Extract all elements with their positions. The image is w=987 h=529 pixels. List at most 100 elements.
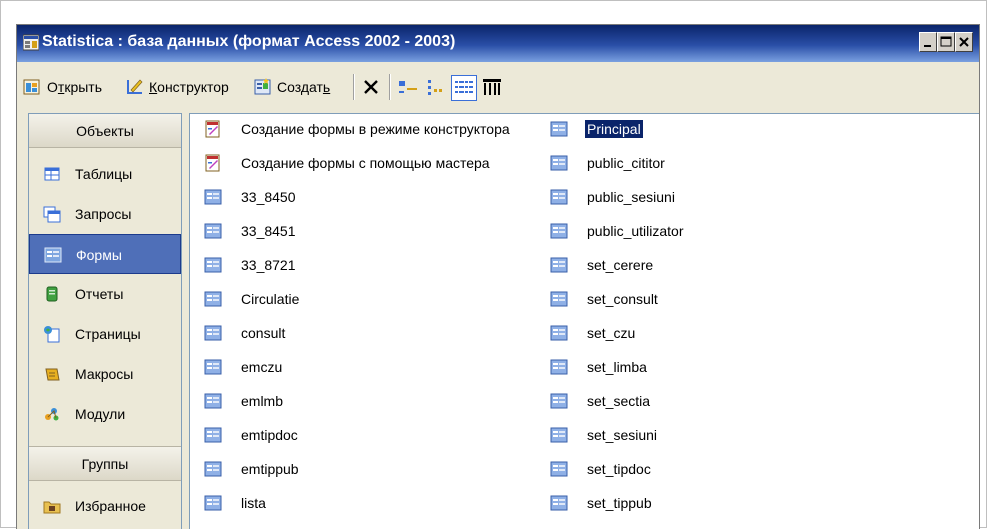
design-icon	[127, 79, 143, 94]
form-list-item-label: set_limba	[587, 359, 647, 375]
objects-item-pages[interactable]: Страницы	[29, 314, 181, 354]
form-icon	[204, 325, 222, 341]
form-icon	[204, 189, 222, 205]
toolbar-separator	[389, 74, 391, 100]
module-icon	[45, 408, 59, 421]
report-icon	[46, 286, 58, 302]
open-button[interactable]: Открыть	[23, 75, 102, 99]
form-icon	[550, 325, 568, 341]
form-list-item-label: set_sectia	[587, 393, 651, 409]
form-list-item-label: public_cititor	[587, 155, 665, 171]
objects-item-forms[interactable]: Формы	[29, 234, 181, 274]
objects-item-label: Модули	[75, 406, 126, 422]
objects-item-tables[interactable]: Таблицы	[29, 154, 181, 194]
objects-item-label: Запросы	[75, 206, 132, 222]
form-icon	[550, 359, 568, 375]
large-icons-button[interactable]	[397, 75, 419, 99]
new-form-icon	[254, 78, 271, 95]
minimize-button[interactable]	[919, 32, 937, 52]
window-title: Statistica : база данных (формат Access …	[42, 33, 456, 50]
form-list-item-label: 33_8721	[241, 257, 296, 273]
form-icon	[550, 257, 568, 273]
objects-item-macros[interactable]: Макросы	[29, 354, 181, 394]
form-list-item-label: set_czu	[587, 325, 636, 341]
database-window-icon	[23, 34, 39, 51]
small-icons-button[interactable]	[425, 75, 447, 99]
form-icon	[550, 121, 568, 137]
form-icon	[550, 291, 568, 307]
database-window: Statistica : база данных (формат Access …	[16, 24, 980, 529]
form-icon	[44, 247, 62, 263]
form-list-item-label: 33_8451	[241, 223, 296, 239]
form-list-item-label: consult	[241, 325, 286, 341]
objects-item-label: Отчеты	[75, 286, 124, 302]
list-view-button[interactable]	[451, 75, 477, 101]
groups-item-favorites[interactable]: Избранное	[29, 486, 181, 526]
delete-icon	[364, 80, 378, 94]
objects-item-queries[interactable]: Запросы	[29, 194, 181, 234]
objects-header[interactable]: Объекты	[29, 114, 181, 148]
objects-bar: Объекты Таблицы Запросы Формы Отчеты Стр…	[28, 113, 182, 529]
form-list-item-label: 33_8450	[241, 189, 296, 205]
details-view-button[interactable]	[481, 75, 503, 99]
query-icon	[43, 206, 61, 223]
form-icon	[550, 461, 568, 477]
form-icon	[204, 291, 222, 307]
form-icon	[204, 257, 222, 273]
form-list-item-label: Principal	[585, 120, 643, 138]
form-list-item-label: set_tipdoc	[587, 461, 651, 477]
open-icon	[23, 79, 40, 95]
form-list-item-label: set_consult	[587, 291, 658, 307]
close-icon	[959, 37, 969, 47]
objects-item-label: Таблицы	[75, 166, 133, 182]
create-button[interactable]: Создать	[253, 75, 330, 99]
form-icon	[550, 495, 568, 511]
form-icon	[550, 155, 568, 171]
macro-icon	[45, 368, 60, 381]
design-button[interactable]: Конструктор	[125, 75, 229, 99]
objects-item-label: Страницы	[75, 326, 141, 342]
form-icon	[204, 495, 222, 511]
groups-item-label: Избранное	[75, 498, 146, 514]
minimize-icon	[924, 45, 931, 47]
groups-header[interactable]: Группы	[29, 446, 181, 481]
close-button[interactable]	[955, 32, 973, 52]
form-list-item-label: Circulatie	[241, 291, 300, 307]
form-list-item-label: set_cerere	[587, 257, 654, 273]
objects-item-reports[interactable]: Отчеты	[29, 274, 181, 314]
favorites-folder-icon	[43, 501, 61, 514]
toolbar: Открыть Конструктор Создать	[17, 62, 979, 112]
wizard-icon	[205, 154, 220, 172]
objects-item-modules[interactable]: Модули	[29, 394, 181, 434]
objects-item-label: Макросы	[75, 366, 134, 382]
forms-list: Создание формы в режиме конструктора Созд…	[189, 113, 979, 529]
form-icon	[550, 427, 568, 443]
details-view-icon	[483, 79, 501, 95]
form-list-item-label: emtippub	[241, 461, 299, 477]
delete-button[interactable]	[361, 75, 381, 99]
form-list-item-label: emlmb	[241, 393, 284, 409]
toolbar-separator	[353, 74, 355, 100]
form-list-item-label: public_utilizator	[587, 223, 684, 239]
form-list-item-label: Создание формы в режиме конструктора	[241, 121, 510, 137]
form-list-item-label: lista	[241, 495, 266, 511]
form-icon	[204, 223, 222, 239]
form-icon	[204, 393, 222, 409]
maximize-icon	[940, 36, 952, 47]
form-list-item-label: set_tippub	[587, 495, 652, 511]
title-bar[interactable]: Statistica : база данных (формат Access …	[17, 25, 979, 62]
form-list-item-label: Создание формы с помощью мастера	[241, 155, 490, 171]
maximize-button[interactable]	[937, 32, 955, 52]
form-icon	[204, 461, 222, 477]
form-list-item-label: set_sesiuni	[587, 427, 658, 443]
form-list-item-label: emtipdoc	[241, 427, 298, 443]
form-icon	[204, 427, 222, 443]
form-list-item-label: emczu	[241, 359, 283, 375]
form-icon	[550, 393, 568, 409]
list-view-icon	[455, 81, 473, 93]
form-icon	[550, 223, 568, 239]
form-icon	[204, 359, 222, 375]
wizard-icon	[205, 120, 220, 138]
form-list-item-label: public_sesiuni	[587, 189, 675, 205]
page-icon	[44, 326, 60, 343]
